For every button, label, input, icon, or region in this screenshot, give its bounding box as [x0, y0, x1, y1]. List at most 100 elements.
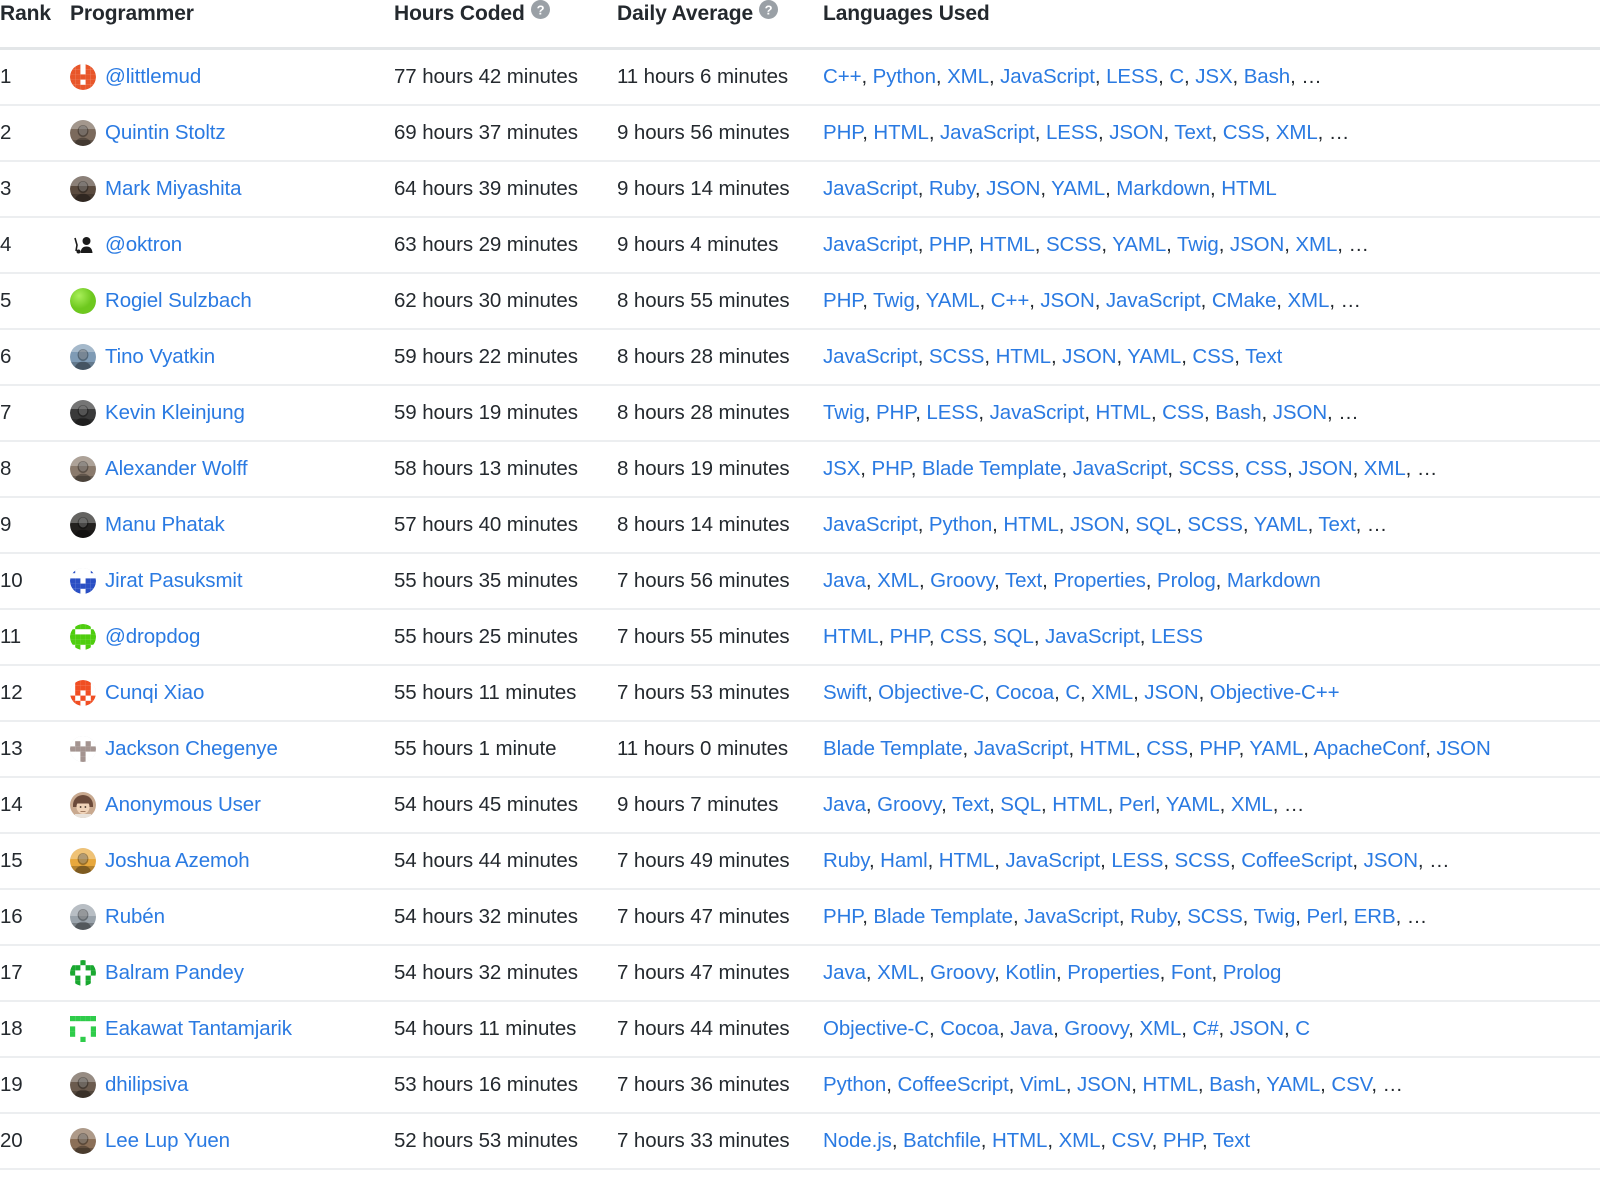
- language-link[interactable]: JavaScript: [990, 401, 1085, 424]
- language-link[interactable]: Objective-C++: [1210, 681, 1340, 704]
- language-link[interactable]: Blade Template: [873, 905, 1013, 928]
- avatar[interactable]: [70, 455, 96, 482]
- programmer-link[interactable]: Cunqi Xiao: [105, 681, 204, 705]
- language-link[interactable]: CoffeeScript: [1241, 849, 1352, 872]
- language-link[interactable]: Text: [1174, 121, 1211, 144]
- language-link[interactable]: HTML: [996, 345, 1052, 368]
- language-link[interactable]: JavaScript: [823, 233, 918, 256]
- language-link[interactable]: Objective-C: [823, 1017, 929, 1040]
- language-link[interactable]: JSON: [1364, 849, 1418, 872]
- language-link[interactable]: HTML: [1143, 1073, 1199, 1096]
- language-link[interactable]: HTML: [1080, 737, 1136, 760]
- avatar[interactable]: [70, 567, 96, 594]
- language-link[interactable]: SCSS: [1175, 849, 1231, 872]
- avatar[interactable]: [70, 791, 96, 818]
- language-link[interactable]: YAML: [1112, 233, 1166, 256]
- language-link[interactable]: ApacheConf: [1313, 737, 1425, 760]
- language-link[interactable]: JSON: [1273, 401, 1327, 424]
- language-link[interactable]: Java: [823, 793, 866, 816]
- language-link[interactable]: SQL: [1135, 513, 1176, 536]
- language-link[interactable]: Twig: [873, 289, 915, 312]
- language-link[interactable]: JavaScript: [1106, 289, 1201, 312]
- language-link[interactable]: JSON: [1109, 121, 1163, 144]
- language-link[interactable]: Perl: [1119, 793, 1155, 816]
- avatar[interactable]: [70, 623, 96, 650]
- language-link[interactable]: Markdown: [1227, 569, 1321, 592]
- language-link[interactable]: Text: [1005, 569, 1042, 592]
- language-link[interactable]: JSON: [1298, 457, 1352, 480]
- language-link[interactable]: HTML: [1003, 513, 1059, 536]
- language-link[interactable]: JSX: [823, 457, 860, 480]
- language-link[interactable]: Bash: [1244, 65, 1290, 88]
- avatar[interactable]: [70, 735, 96, 762]
- avatar[interactable]: [70, 847, 96, 874]
- language-link[interactable]: CSV: [1331, 1073, 1371, 1096]
- language-link[interactable]: CSS: [1223, 121, 1265, 144]
- language-link[interactable]: JavaScript: [1005, 849, 1100, 872]
- language-link[interactable]: VimL: [1020, 1073, 1066, 1096]
- language-link[interactable]: Bash: [1209, 1073, 1255, 1096]
- programmer-link[interactable]: Anonymous User: [105, 793, 261, 817]
- language-link[interactable]: Perl: [1306, 905, 1342, 928]
- language-link[interactable]: Properties: [1067, 961, 1160, 984]
- language-link[interactable]: CSS: [940, 625, 982, 648]
- language-link[interactable]: HTML: [873, 121, 929, 144]
- language-link[interactable]: JavaScript: [823, 177, 918, 200]
- language-link[interactable]: JavaScript: [1073, 457, 1168, 480]
- language-link[interactable]: JSON: [1436, 737, 1490, 760]
- language-link[interactable]: Twig: [1177, 233, 1219, 256]
- programmer-link[interactable]: Kevin Kleinjung: [105, 401, 245, 425]
- language-link[interactable]: HTML: [1221, 177, 1277, 200]
- language-link[interactable]: Text: [1245, 345, 1282, 368]
- language-link[interactable]: JavaScript: [940, 121, 1035, 144]
- language-link[interactable]: HTML: [1096, 401, 1152, 424]
- language-link[interactable]: XML: [1295, 233, 1337, 256]
- language-link[interactable]: Ruby: [823, 849, 869, 872]
- language-link[interactable]: CSS: [1245, 457, 1287, 480]
- language-link[interactable]: Groovy: [1064, 1017, 1128, 1040]
- language-link[interactable]: C: [1065, 681, 1080, 704]
- avatar[interactable]: [70, 231, 96, 258]
- avatar[interactable]: [70, 287, 96, 314]
- language-link[interactable]: Prolog: [1223, 961, 1282, 984]
- language-link[interactable]: JSON: [1230, 233, 1284, 256]
- language-link[interactable]: XML: [1276, 121, 1318, 144]
- avatar[interactable]: [70, 343, 96, 370]
- language-link[interactable]: Groovy: [877, 793, 941, 816]
- language-link[interactable]: CSS: [1192, 345, 1234, 368]
- avatar[interactable]: [70, 119, 96, 146]
- language-link[interactable]: JSON: [1144, 681, 1198, 704]
- language-link[interactable]: CMake: [1212, 289, 1277, 312]
- language-link[interactable]: LESS: [1106, 65, 1158, 88]
- language-link[interactable]: HTML: [1052, 793, 1108, 816]
- question-mark-circle-icon-hours[interactable]: ?: [530, 0, 550, 19]
- language-link[interactable]: SQL: [1000, 793, 1041, 816]
- language-link[interactable]: Cocoa: [995, 681, 1054, 704]
- language-link[interactable]: C++: [823, 65, 862, 88]
- language-link[interactable]: JavaScript: [974, 737, 1069, 760]
- language-link[interactable]: Node.js: [823, 1129, 892, 1152]
- language-link[interactable]: XML: [947, 65, 989, 88]
- programmer-link[interactable]: Eakawat Tantamjarik: [105, 1017, 292, 1041]
- language-link[interactable]: PHP: [929, 233, 968, 256]
- avatar[interactable]: [70, 1127, 96, 1154]
- language-link[interactable]: JavaScript: [1024, 905, 1119, 928]
- language-link[interactable]: SCSS: [1179, 457, 1235, 480]
- programmer-link[interactable]: dhilipsiva: [105, 1073, 188, 1097]
- language-link[interactable]: HTML: [939, 849, 995, 872]
- language-link[interactable]: PHP: [872, 457, 911, 480]
- language-link[interactable]: JSX: [1195, 65, 1232, 88]
- language-link[interactable]: PHP: [823, 905, 862, 928]
- avatar[interactable]: [70, 175, 96, 202]
- language-link[interactable]: XML: [1364, 457, 1406, 480]
- programmer-link[interactable]: Quintin Stoltz: [105, 121, 226, 145]
- avatar[interactable]: [70, 63, 96, 90]
- language-link[interactable]: Java: [823, 961, 866, 984]
- language-link[interactable]: Prolog: [1157, 569, 1216, 592]
- language-link[interactable]: LESS: [1151, 625, 1203, 648]
- language-link[interactable]: PHP: [823, 289, 862, 312]
- language-link[interactable]: YAML: [926, 289, 980, 312]
- programmer-link[interactable]: Alexander Wolff: [105, 457, 248, 481]
- language-link[interactable]: JSON: [1077, 1073, 1131, 1096]
- language-link[interactable]: YAML: [1166, 793, 1220, 816]
